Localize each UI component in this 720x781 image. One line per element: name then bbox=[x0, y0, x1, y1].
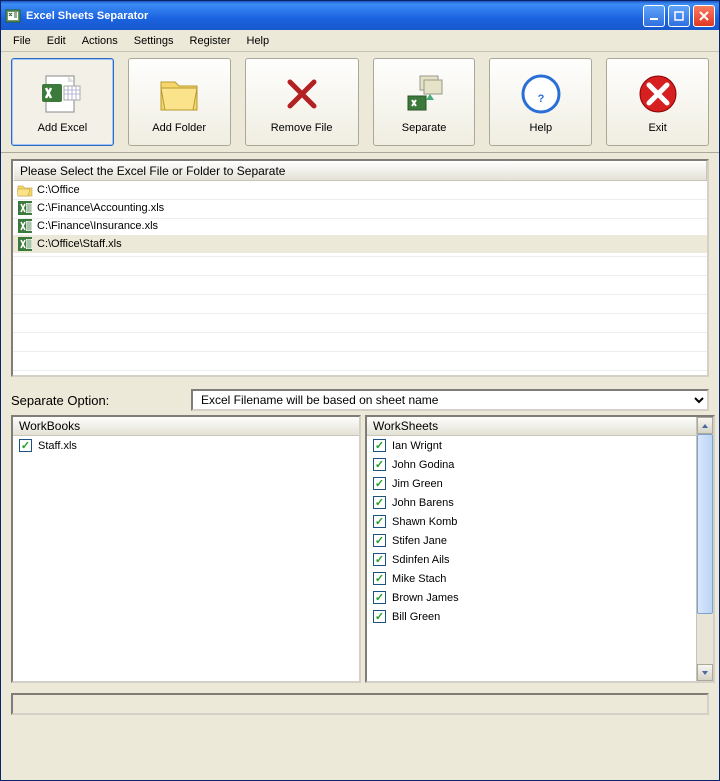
worksheets-panel: WorkSheets ✓ Ian Wrignt ✓ John Godina ✓ Jim G… bbox=[365, 415, 715, 683]
checkbox[interactable]: ✓ bbox=[373, 477, 386, 490]
help-label: Help bbox=[530, 122, 553, 134]
checkbox[interactable]: ✓ bbox=[373, 458, 386, 471]
worksheet-name: Ian Wrignt bbox=[392, 440, 442, 452]
worksheet-item[interactable]: ✓ John Godina bbox=[367, 455, 696, 474]
file-path: C:\Finance\Insurance.xls bbox=[37, 220, 158, 232]
checkbox[interactable]: ✓ bbox=[373, 496, 386, 509]
file-list-header[interactable]: Please Select the Excel File or Folder t… bbox=[13, 161, 707, 181]
exit-label: Exit bbox=[648, 122, 666, 134]
remove-x-icon bbox=[278, 70, 326, 118]
maximize-button[interactable] bbox=[668, 5, 690, 27]
worksheet-name: Sdinfen Ails bbox=[392, 554, 449, 566]
worksheet-name: Shawn Komb bbox=[392, 516, 457, 528]
add-excel-label: Add Excel bbox=[38, 122, 88, 134]
worksheets-scrollbar[interactable] bbox=[696, 417, 713, 681]
worksheet-name: John Godina bbox=[392, 459, 454, 471]
worksheet-name: Bill Green bbox=[392, 611, 440, 623]
excel-file-icon bbox=[17, 218, 33, 234]
workbooks-header[interactable]: WorkBooks bbox=[13, 417, 359, 436]
worksheet-item[interactable]: ✓ Stifen Jane bbox=[367, 531, 696, 550]
worksheet-name: Stifen Jane bbox=[392, 535, 447, 547]
worksheet-item[interactable]: ✓ Sdinfen Ails bbox=[367, 550, 696, 569]
toolbar: Add Excel Add Folder Remove File Separat… bbox=[1, 52, 719, 153]
file-path: C:\Office\Staff.xls bbox=[37, 238, 122, 250]
separate-option-label: Separate Option: bbox=[11, 393, 191, 408]
menu-file[interactable]: File bbox=[5, 33, 39, 49]
file-path: C:\Office bbox=[37, 184, 80, 196]
workbooks-panel: WorkBooks ✓ Staff.xls bbox=[11, 415, 361, 683]
remove-file-button[interactable]: Remove File bbox=[245, 58, 359, 146]
menu-actions[interactable]: Actions bbox=[74, 33, 126, 49]
menu-help[interactable]: Help bbox=[239, 33, 278, 49]
excel-file-icon bbox=[17, 200, 33, 216]
worksheet-item[interactable]: ✓ Brown James bbox=[367, 588, 696, 607]
minimize-button[interactable] bbox=[643, 5, 665, 27]
worksheet-name: Jim Green bbox=[392, 478, 443, 490]
excel-file-icon bbox=[17, 236, 33, 252]
checkbox[interactable]: ✓ bbox=[373, 534, 386, 547]
worksheet-item[interactable]: ✓ Ian Wrignt bbox=[367, 436, 696, 455]
checkbox[interactable]: ✓ bbox=[373, 553, 386, 566]
worksheet-item[interactable]: ✓ Jim Green bbox=[367, 474, 696, 493]
worksheet-name: John Barens bbox=[392, 497, 454, 509]
worksheet-name: Mike Stach bbox=[392, 573, 446, 585]
file-list-row[interactable]: C:\Office bbox=[13, 181, 707, 199]
menu-settings[interactable]: Settings bbox=[126, 33, 182, 49]
checkbox[interactable]: ✓ bbox=[373, 591, 386, 604]
window-title: Excel Sheets Separator bbox=[26, 10, 643, 22]
checkbox[interactable]: ✓ bbox=[373, 572, 386, 585]
file-path: C:\Finance\Accounting.xls bbox=[37, 202, 164, 214]
excel-file-icon bbox=[38, 70, 86, 118]
workbook-name: Staff.xls bbox=[38, 440, 77, 452]
separate-button[interactable]: Separate bbox=[373, 58, 476, 146]
separate-icon bbox=[400, 70, 448, 118]
scroll-up-button[interactable] bbox=[697, 417, 713, 434]
worksheet-item[interactable]: ✓ Mike Stach bbox=[367, 569, 696, 588]
checkbox[interactable]: ✓ bbox=[373, 515, 386, 528]
exit-button[interactable]: Exit bbox=[606, 58, 709, 146]
workbook-item[interactable]: ✓ Staff.xls bbox=[13, 436, 359, 455]
help-icon: ? bbox=[517, 70, 565, 118]
worksheet-name: Brown James bbox=[392, 592, 459, 604]
add-folder-label: Add Folder bbox=[152, 122, 206, 134]
statusbar bbox=[11, 693, 709, 715]
app-icon bbox=[5, 8, 21, 24]
worksheet-item[interactable]: ✓ Shawn Komb bbox=[367, 512, 696, 531]
file-list-row[interactable]: C:\Finance\Insurance.xls bbox=[13, 217, 707, 235]
worksheet-item[interactable]: ✓ John Barens bbox=[367, 493, 696, 512]
worksheets-header[interactable]: WorkSheets bbox=[367, 417, 713, 436]
folder-icon bbox=[155, 70, 203, 118]
svg-text:?: ? bbox=[537, 93, 544, 105]
menu-edit[interactable]: Edit bbox=[39, 33, 74, 49]
help-button[interactable]: ? Help bbox=[489, 58, 592, 146]
menubar: File Edit Actions Settings Register Help bbox=[1, 30, 719, 52]
checkbox[interactable]: ✓ bbox=[373, 439, 386, 452]
separate-label: Separate bbox=[402, 122, 447, 134]
scroll-thumb[interactable] bbox=[697, 434, 713, 614]
worksheet-item[interactable]: ✓ Bill Green bbox=[367, 607, 696, 626]
add-excel-button[interactable]: Add Excel bbox=[11, 58, 114, 146]
file-list[interactable]: Please Select the Excel File or Folder t… bbox=[11, 159, 709, 377]
file-list-row[interactable]: C:\Office\Staff.xls bbox=[13, 235, 707, 253]
file-list-row[interactable]: C:\Finance\Accounting.xls bbox=[13, 199, 707, 217]
scroll-down-button[interactable] bbox=[697, 664, 713, 681]
remove-file-label: Remove File bbox=[271, 122, 333, 134]
close-button[interactable] bbox=[693, 5, 715, 27]
separate-option-select[interactable]: Excel Filename will be based on sheet na… bbox=[191, 389, 709, 411]
exit-icon bbox=[634, 70, 682, 118]
folder-open-icon bbox=[17, 182, 33, 198]
menu-register[interactable]: Register bbox=[182, 33, 239, 49]
checkbox[interactable]: ✓ bbox=[373, 610, 386, 623]
checkbox[interactable]: ✓ bbox=[19, 439, 32, 452]
titlebar[interactable]: Excel Sheets Separator bbox=[1, 1, 719, 30]
add-folder-button[interactable]: Add Folder bbox=[128, 58, 231, 146]
